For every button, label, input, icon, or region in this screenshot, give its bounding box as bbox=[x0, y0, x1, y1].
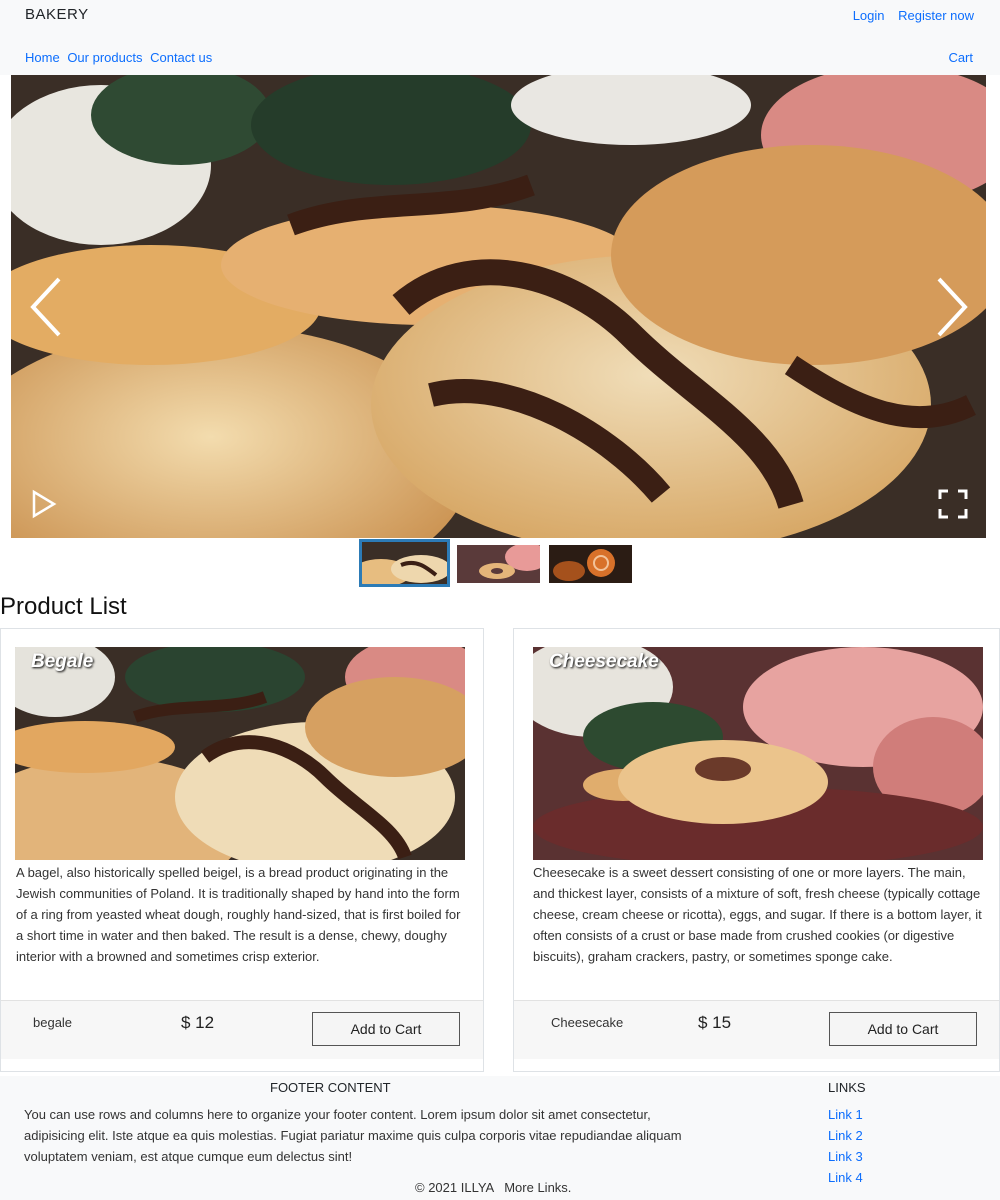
product-card: Begale A bagel, also historically spelle… bbox=[0, 628, 484, 1072]
thumbnail-image bbox=[457, 545, 540, 583]
footer-links: Link 1 Link 2 Link 3 Link 4 bbox=[828, 1104, 863, 1188]
chevron-right-icon bbox=[937, 277, 968, 337]
add-to-cart-button[interactable]: Add to Cart bbox=[829, 1012, 977, 1046]
nav-home[interactable]: Home bbox=[25, 50, 60, 65]
copyright-text: © 2021 ILLYA bbox=[415, 1180, 495, 1195]
hero-carousel bbox=[11, 75, 986, 538]
carousel-image bbox=[11, 75, 986, 538]
add-to-cart-button[interactable]: Add to Cart bbox=[312, 1012, 460, 1046]
product-price: $ 15 bbox=[698, 1013, 732, 1032]
auth-links: Login Register now bbox=[843, 8, 974, 23]
chevron-left-icon bbox=[30, 277, 61, 337]
product-description: Cheesecake is a sweet dessert consisting… bbox=[533, 865, 982, 964]
product-price: $ 12 bbox=[181, 1013, 215, 1032]
product-image[interactable]: Cheesecake bbox=[533, 647, 983, 860]
carousel-next-button[interactable] bbox=[933, 275, 969, 339]
register-link[interactable]: Register now bbox=[898, 8, 974, 23]
footer-link-3[interactable]: Link 3 bbox=[828, 1146, 863, 1167]
product-name: begale bbox=[33, 1015, 73, 1030]
carousel-thumbnail-2[interactable] bbox=[457, 545, 540, 583]
play-icon bbox=[32, 489, 57, 519]
links-heading: LINKS bbox=[828, 1080, 866, 1095]
product-list-title: Product List bbox=[0, 593, 127, 620]
carousel-thumbnail-3[interactable] bbox=[549, 545, 632, 583]
footer-heading: FOOTER CONTENT bbox=[270, 1080, 391, 1095]
product-description: A bagel, also historically spelled beige… bbox=[16, 865, 461, 964]
nav-contact-us[interactable]: Contact us bbox=[150, 50, 212, 65]
cart-link[interactable]: Cart bbox=[948, 50, 973, 65]
footer-link-1[interactable]: Link 1 bbox=[828, 1104, 863, 1125]
carousel-thumbnail-1[interactable] bbox=[359, 539, 450, 587]
page-footer: FOOTER CONTENT You can use rows and colu… bbox=[0, 1076, 1000, 1200]
footer-link-2[interactable]: Link 2 bbox=[828, 1125, 863, 1146]
fullscreen-icon bbox=[938, 489, 968, 519]
product-image[interactable]: Begale bbox=[15, 647, 465, 860]
product-image-title: Begale bbox=[31, 651, 94, 672]
carousel-prev-button[interactable] bbox=[29, 275, 65, 339]
product-card: Cheesecake Cheesecake is a sweet dessert… bbox=[513, 628, 1000, 1072]
login-link[interactable]: Login bbox=[853, 8, 885, 23]
carousel-fullscreen-button[interactable] bbox=[938, 489, 968, 519]
carousel-play-button[interactable] bbox=[31, 489, 57, 519]
product-card-footer: Cheesecake $ 15 Add to Cart bbox=[514, 1000, 999, 1059]
product-photo bbox=[533, 647, 983, 860]
footer-text: You can use rows and columns here to org… bbox=[24, 1107, 682, 1164]
copyright: © 2021 ILLYA More Links. bbox=[415, 1180, 581, 1195]
nav-our-products[interactable]: Our products bbox=[67, 50, 142, 65]
product-name: Cheesecake bbox=[551, 1015, 624, 1030]
product-card-footer: begale $ 12 Add to Cart bbox=[1, 1000, 483, 1059]
main-nav: Home Our products Contact us bbox=[25, 50, 216, 65]
footer-link-4[interactable]: Link 4 bbox=[828, 1167, 863, 1188]
thumbnail-image bbox=[361, 541, 448, 585]
product-image-title: Cheesecake bbox=[549, 651, 659, 672]
thumbnail-image bbox=[549, 545, 632, 583]
product-photo bbox=[15, 647, 465, 860]
top-navbar: BAKERY Login Register now Home Our produ… bbox=[0, 0, 1000, 75]
brand-logo[interactable]: BAKERY bbox=[25, 6, 89, 23]
more-links-link[interactable]: More Links. bbox=[504, 1180, 571, 1195]
